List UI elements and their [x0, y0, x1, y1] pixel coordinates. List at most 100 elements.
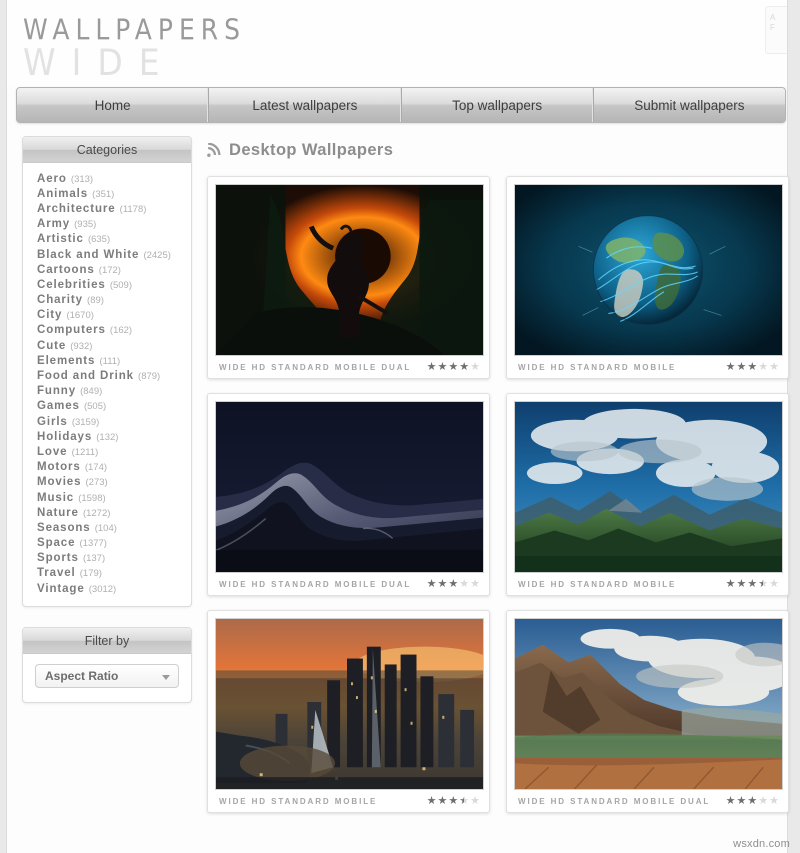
wallpaper-card-footer: WIDE HD STANDARD MOBILE ★ ★ ★ ★ ★ — [514, 573, 781, 595]
wallpaper-card-footer: WIDE HD STANDARD MOBILE DUAL ★ ★ ★ ★ ★ — [215, 356, 482, 378]
category-count: (849) — [80, 386, 103, 398]
category-item[interactable]: Funny (849) — [23, 384, 191, 399]
star-icon: ★ — [459, 360, 470, 373]
category-item[interactable]: Nature (1272) — [23, 505, 191, 520]
category-item[interactable]: Holidays (132) — [23, 429, 191, 444]
category-item[interactable]: Love (1211) — [23, 444, 191, 459]
wallpaper-card[interactable]: WIDE HD STANDARD MOBILE DUAL ★ ★ ★ ★ ★ — [207, 393, 490, 596]
category-item[interactable]: Girls (3159) — [23, 414, 191, 429]
category-count: (132) — [96, 431, 119, 443]
category-count: (313) — [70, 173, 94, 185]
nav-item-submit-wallpapers[interactable]: Submit wallpapers — [594, 88, 785, 122]
aspect-ratio-select[interactable]: Aspect Ratio — [35, 664, 179, 689]
wallpaper-thumbnail[interactable] — [215, 618, 484, 790]
rating-stars[interactable]: ★ ★ ★ ★ ★ — [426, 360, 480, 373]
wallpaper-thumbnail[interactable] — [215, 184, 484, 356]
rating-stars[interactable]: ★ ★ ★ ★ ★ — [726, 577, 779, 590]
category-item[interactable]: Vintage (3012) — [23, 581, 191, 596]
wallpaper-formats: WIDE HD STANDARD MOBILE DUAL — [219, 579, 412, 589]
logo-text-secondary: WIDE — [23, 40, 176, 84]
category-item[interactable]: Space (1377) — [23, 536, 191, 551]
nav-item-home[interactable]: Home — [17, 88, 210, 122]
category-item[interactable]: Elements (111) — [23, 353, 191, 368]
star-icon: ★ — [736, 794, 747, 807]
category-name: Architecture — [37, 202, 116, 215]
category-item[interactable]: Cute (932) — [23, 338, 191, 353]
category-name: Games — [37, 400, 80, 413]
category-item[interactable]: Seasons (104) — [23, 520, 191, 535]
header-corner-widget[interactable]: A F — [765, 6, 787, 54]
star-icon: ★ — [747, 360, 758, 373]
category-item[interactable]: City (1670) — [23, 308, 191, 323]
sidebar: Categories Aero (313) Animals (351) Archit… — [22, 136, 192, 704]
category-item[interactable]: Black and White (2425) — [23, 247, 191, 262]
wallpaper-thumbnail[interactable] — [215, 401, 484, 573]
category-item[interactable]: Food and Drink (879) — [23, 368, 191, 383]
site-logo[interactable]: WALLPAPERS WIDE — [23, 14, 293, 82]
category-item[interactable]: Animals (351) — [23, 186, 191, 201]
star-icon: ★ — [747, 577, 758, 590]
wallpaper-card[interactable]: WIDE HD STANDARD MOBILE DUAL ★ ★ ★ ★ ★ — [506, 610, 789, 813]
rss-icon[interactable] — [207, 142, 222, 158]
wallpaper-card[interactable]: WIDE HD STANDARD MOBILE DUAL ★ ★ ★ ★ ★ — [207, 176, 490, 379]
category-count: (89) — [87, 295, 104, 307]
category-count: (1211) — [71, 446, 99, 458]
category-item[interactable]: Architecture (1178) — [23, 201, 191, 216]
wallpaper-card-footer: WIDE HD STANDARD MOBILE DUAL ★ ★ ★ ★ ★ — [514, 790, 781, 812]
wallpaper-card[interactable]: WIDE HD STANDARD MOBILE ★ ★ ★ ★ ★ — [506, 176, 789, 379]
category-item[interactable]: Sports (137) — [23, 551, 191, 566]
categories-panel-title: Categories — [23, 137, 191, 163]
category-count: (3012) — [88, 583, 117, 595]
category-item[interactable]: Computers (162) — [23, 323, 191, 338]
star-icon: ★ — [437, 360, 448, 373]
rating-stars[interactable]: ★ ★ ★ ★ ★ — [726, 360, 779, 373]
category-name: Aero — [37, 172, 67, 185]
category-item[interactable]: Movies (273) — [23, 475, 191, 490]
category-item[interactable]: Aero (313) — [23, 171, 191, 186]
rating-stars[interactable]: ★ ★ ★ ★ ★ — [427, 795, 480, 807]
wallpaper-card-footer: WIDE HD STANDARD MOBILE ★ ★ ★ ★ ★ — [514, 356, 781, 378]
filter-panel: Filter by Aspect Ratio — [22, 627, 192, 704]
star-icon: ★ — [769, 360, 779, 373]
category-item[interactable]: Travel (179) — [23, 566, 191, 581]
category-name: Girls — [37, 415, 68, 428]
category-item[interactable]: Cartoons (172) — [23, 262, 191, 277]
categories-panel: Categories Aero (313) Animals (351) Archit… — [22, 136, 192, 608]
page-root: WALLPAPERS WIDE A F Home Latest wallpape… — [0, 0, 800, 853]
wallpaper-thumbnail[interactable] — [514, 618, 783, 790]
category-count: (1377) — [79, 538, 107, 550]
wallpaper-card[interactable]: WIDE HD STANDARD MOBILE ★ ★ ★ ★ ★ — [207, 610, 490, 813]
rating-stars[interactable]: ★ ★ ★ ★ ★ — [427, 577, 480, 590]
category-item[interactable]: Motors (174) — [23, 460, 191, 475]
wallpaper-thumbnail[interactable] — [514, 184, 783, 356]
star-icon: ★ — [448, 360, 459, 373]
wallpaper-thumbnail[interactable] — [514, 401, 783, 573]
rating-stars[interactable]: ★ ★ ★ ★ ★ — [726, 794, 779, 807]
category-item[interactable]: Charity (89) — [23, 293, 191, 308]
category-count: (174) — [84, 462, 108, 474]
category-item[interactable]: Music (1598) — [23, 490, 191, 505]
main-navigation: Home Latest wallpapers Top wallpapers Su… — [16, 87, 786, 123]
category-item[interactable]: Games (505) — [23, 399, 191, 414]
category-count: (1598) — [78, 492, 106, 504]
category-count: (509) — [109, 279, 132, 291]
category-name: Computers — [37, 324, 106, 337]
category-name: City — [37, 309, 63, 322]
star-icon: ★ — [769, 577, 779, 590]
nav-item-top-wallpapers[interactable]: Top wallpapers — [402, 88, 594, 122]
category-name: Nature — [37, 506, 79, 519]
category-count: (111) — [99, 355, 121, 367]
star-icon: ★ — [426, 360, 437, 373]
wallpaper-card[interactable]: WIDE HD STANDARD MOBILE ★ ★ ★ ★ ★ — [506, 393, 789, 596]
star-icon: ★ — [747, 794, 758, 807]
category-name: Artistic — [37, 233, 84, 246]
nav-item-latest-wallpapers[interactable]: Latest wallpapers — [209, 88, 402, 122]
category-item[interactable]: Celebrities (509) — [23, 277, 191, 292]
category-item[interactable]: Artistic (635) — [23, 232, 191, 247]
category-item[interactable]: Army (935) — [23, 217, 191, 232]
main-column: Desktop Wallpapers WIDE HD STANDARD MOBI… — [207, 136, 789, 813]
star-icon: ★ — [448, 577, 459, 590]
wallpaper-formats: WIDE HD STANDARD MOBILE DUAL — [219, 362, 412, 372]
category-count: (505) — [83, 401, 107, 413]
category-count: (137) — [82, 553, 106, 565]
